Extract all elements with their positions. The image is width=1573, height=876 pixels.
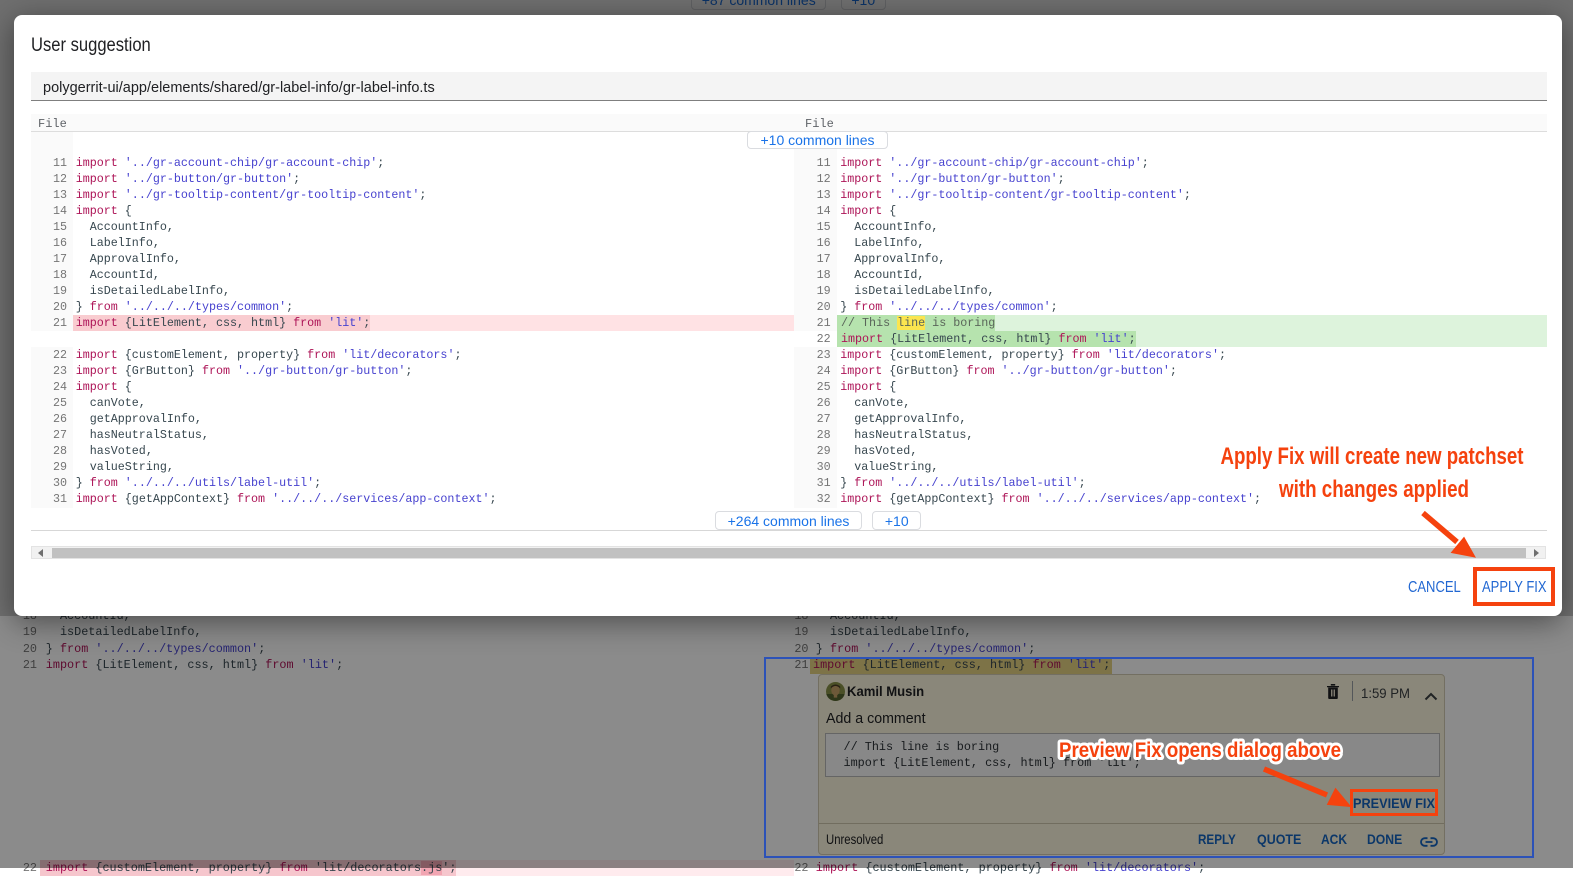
- svg-text:Preview Fix opens dialog above: Preview Fix opens dialog above: [1059, 739, 1341, 762]
- svg-text:with changes applied: with changes applied: [1278, 476, 1469, 503]
- svg-text:Apply Fix will create new patc: Apply Fix will create new patchset: [1221, 443, 1524, 470]
